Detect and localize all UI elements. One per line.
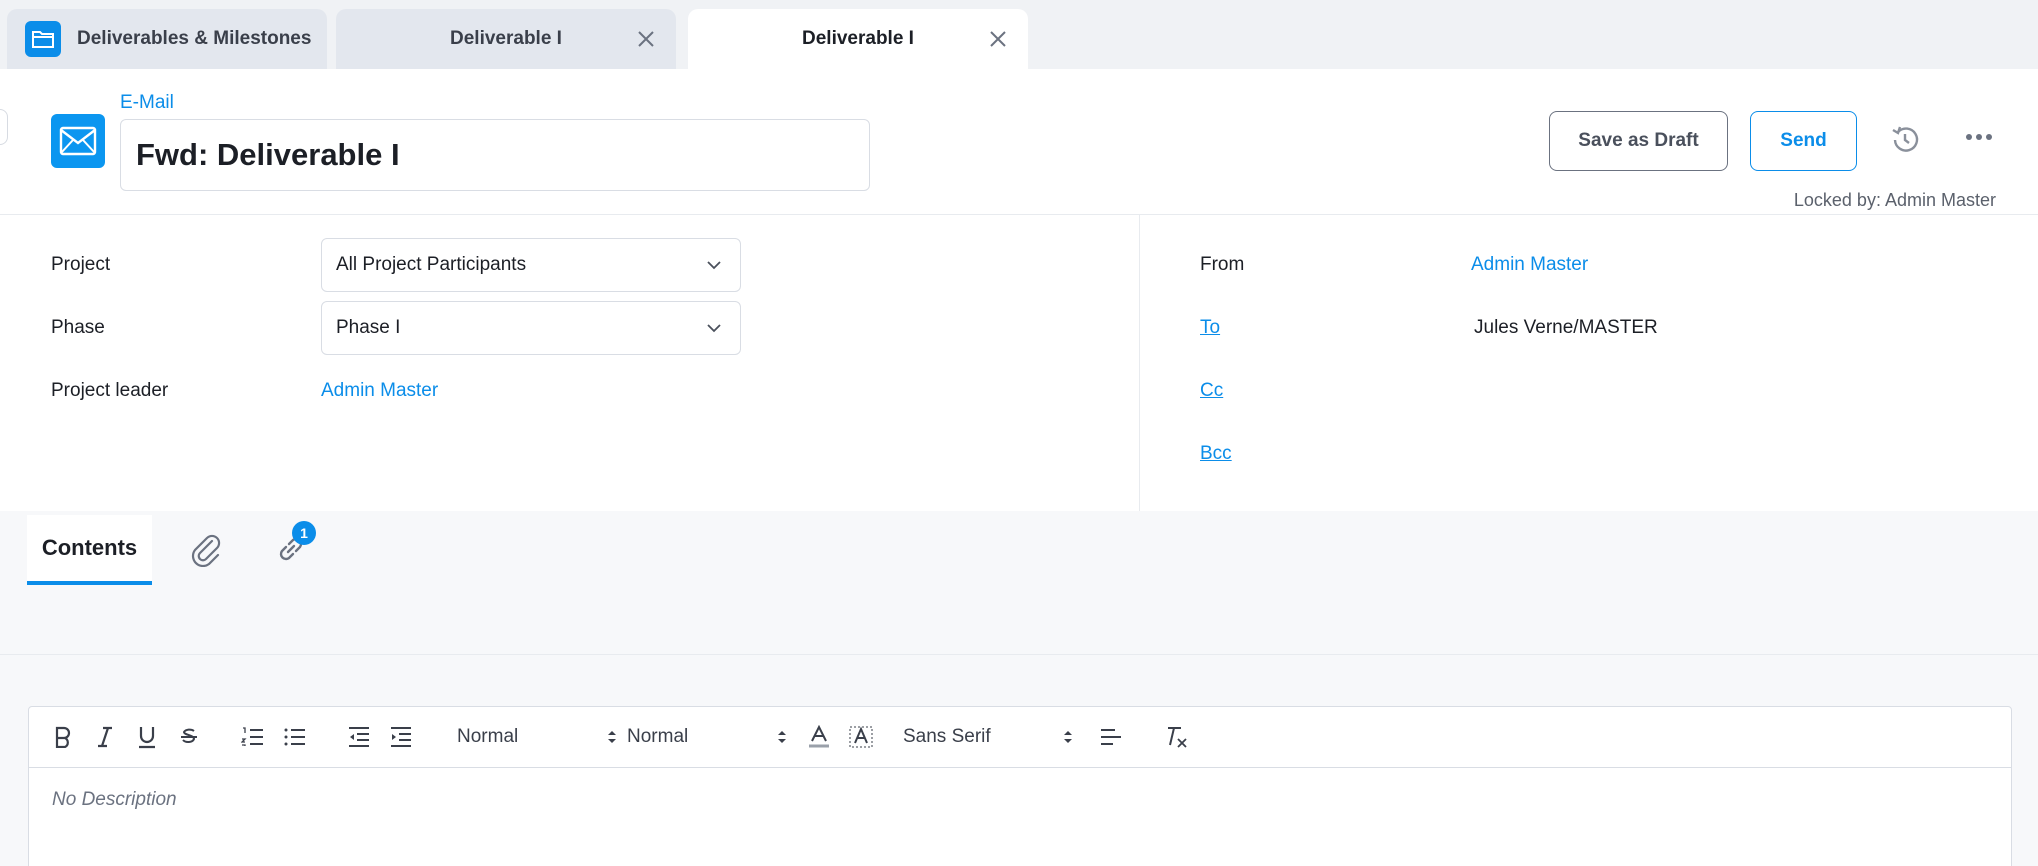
tab-contents-label: Contents <box>41 535 138 560</box>
project-value: All Project Participants <box>336 254 527 275</box>
paperclip-icon[interactable] <box>188 531 222 567</box>
strikethrough-button[interactable] <box>175 723 203 751</box>
folder-icon <box>25 21 61 57</box>
header-select-value: Normal <box>457 726 519 747</box>
to-link[interactable]: To <box>1200 317 1220 339</box>
divider <box>0 654 2038 655</box>
bullet-list-icon <box>284 728 305 746</box>
text-color-icon <box>809 725 829 748</box>
project-leader-link[interactable]: Admin Master <box>321 380 438 402</box>
align-left-icon <box>1101 729 1121 745</box>
header-select[interactable]: Normal <box>457 723 617 751</box>
tab-deliverable-1[interactable]: Deliverable I <box>336 9 676 69</box>
content-panel: Contents 1 Normal Normal Sans Serif No D… <box>0 511 2038 866</box>
indent-button[interactable] <box>387 723 415 751</box>
ordered-list-icon <box>241 727 263 746</box>
strikethrough-icon <box>181 728 197 743</box>
bullet-list-button[interactable] <box>281 723 309 751</box>
project-select[interactable]: All Project Participants <box>321 238 741 292</box>
italic-icon <box>98 726 112 748</box>
font-select[interactable]: Sans Serif <box>903 723 1073 751</box>
outdent-icon <box>349 727 369 747</box>
email-form: E-Mail Fwd: Deliverable I Save as Draft … <box>0 69 2038 866</box>
close-icon[interactable] <box>988 29 1008 49</box>
tab-bar: Deliverables & Milestones Deliverable I … <box>0 0 2038 69</box>
subject-input[interactable]: Fwd: Deliverable I <box>120 119 870 191</box>
tab-label: Deliverable I <box>802 28 914 49</box>
locked-by-text: Locked by: Admin Master <box>1793 190 1996 210</box>
project-leader-label: Project leader <box>51 380 169 401</box>
from-link[interactable]: Admin Master <box>1471 254 1588 276</box>
phase-select[interactable]: Phase I <box>321 301 741 355</box>
tab-deliverable-1-active[interactable]: Deliverable I <box>688 9 1028 69</box>
size-select-value: Normal <box>627 726 689 747</box>
tab-deliverables-milestones[interactable]: Deliverables & Milestones <box>7 9 327 69</box>
rich-text-editor[interactable]: Normal Normal Sans Serif No Description <box>28 706 2012 866</box>
editor-placeholder: No Description <box>52 789 177 810</box>
outdent-button[interactable] <box>345 723 373 751</box>
ordered-list-button[interactable] <box>239 723 267 751</box>
font-select-value: Sans Serif <box>903 726 991 747</box>
chevron-down-icon <box>707 261 721 270</box>
more-options-icon[interactable] <box>1964 125 1994 149</box>
tab-label: Deliverables & Milestones <box>77 28 312 49</box>
bcc-link[interactable]: Bcc <box>1200 443 1232 465</box>
links-count-badge: 1 <box>292 521 316 545</box>
sort-arrows-icon <box>1064 731 1072 743</box>
bold-icon <box>55 726 71 748</box>
sort-arrows-icon <box>608 731 616 743</box>
underline-button[interactable] <box>133 723 161 751</box>
sort-arrows-icon <box>778 731 786 743</box>
send-button[interactable]: Send <box>1750 111 1857 171</box>
divider <box>0 214 2038 215</box>
divider <box>1139 215 1140 511</box>
size-select[interactable]: Normal <box>627 723 787 751</box>
align-button[interactable] <box>1097 723 1125 751</box>
phase-label: Phase <box>51 317 105 338</box>
close-icon[interactable] <box>636 29 656 49</box>
italic-button[interactable] <box>91 723 119 751</box>
to-recipient[interactable]: Jules Verne/MASTER <box>1474 317 1658 339</box>
clear-format-icon <box>1168 727 1187 748</box>
editor-toolbar: Normal Normal Sans Serif <box>29 707 2011 768</box>
tab-label: Deliverable I <box>450 28 562 49</box>
bold-button[interactable] <box>49 723 77 751</box>
phase-value: Phase I <box>336 317 401 338</box>
chevron-down-icon <box>707 324 721 333</box>
indent-icon <box>391 727 411 747</box>
tab-contents[interactable]: Contents <box>27 515 152 585</box>
text-color-button[interactable] <box>805 723 833 751</box>
cc-link[interactable]: Cc <box>1200 380 1223 402</box>
sidebar-toggle[interactable] <box>0 109 8 145</box>
underline-icon <box>139 727 155 749</box>
clear-format-button[interactable] <box>1163 723 1191 751</box>
background-color-icon <box>849 726 873 748</box>
background-color-button[interactable] <box>847 723 875 751</box>
record-type-label: E-Mail <box>120 92 174 113</box>
history-icon[interactable] <box>1889 124 1921 156</box>
project-label: Project <box>51 254 111 275</box>
from-label: From <box>1200 254 1245 275</box>
mail-icon <box>51 114 105 168</box>
save-as-draft-button[interactable]: Save as Draft <box>1549 111 1728 171</box>
